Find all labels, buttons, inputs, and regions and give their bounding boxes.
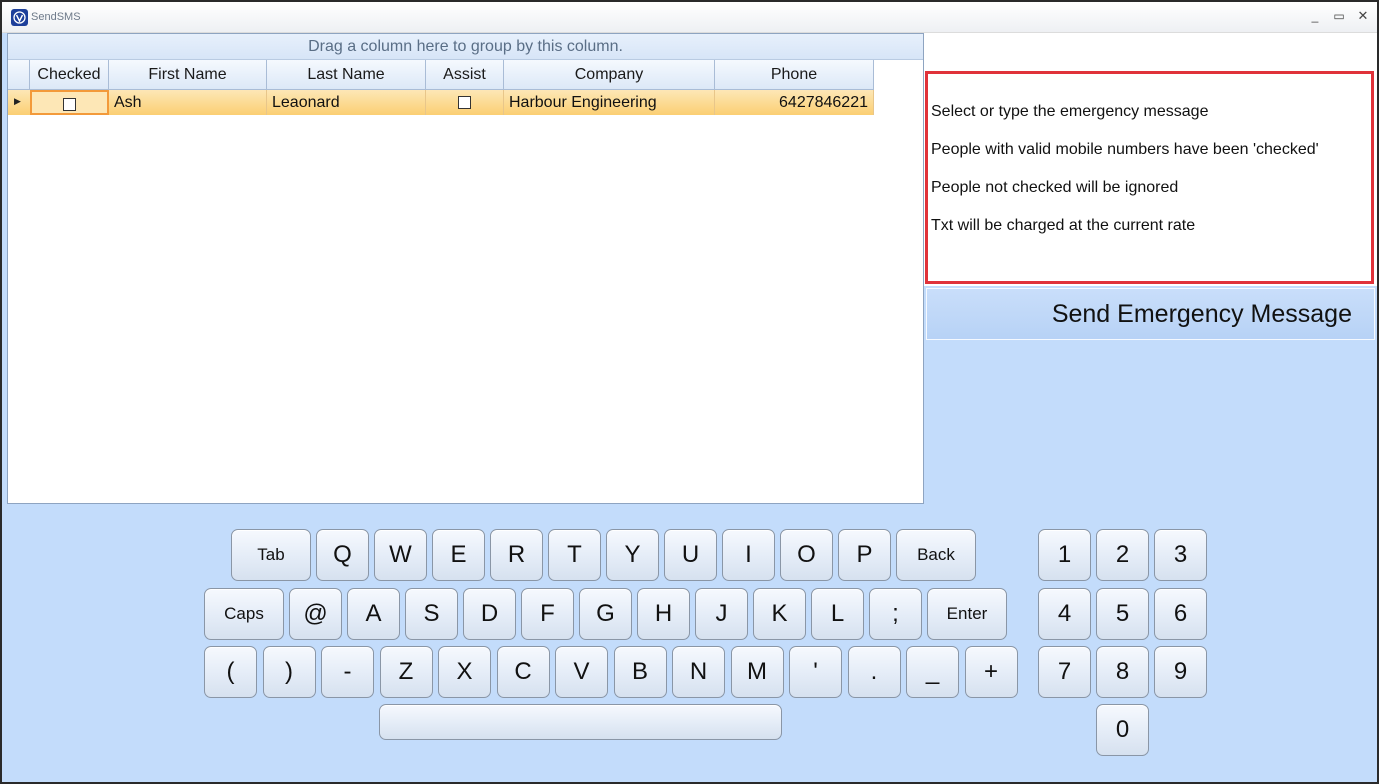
numpad-key-7[interactable]: 7 [1038,646,1091,698]
contacts-grid: Drag a column here to group by this colu… [7,33,924,504]
key-close-paren[interactable]: ) [262,646,316,698]
key-q[interactable]: Q [316,529,369,581]
numpad-key-8[interactable]: 8 [1096,646,1149,698]
key-w[interactable]: W [374,529,427,581]
key-j[interactable]: J [695,588,748,640]
table-row[interactable]: ▶ Ash Leaonard Harbour Engineering 64278… [8,90,874,115]
key-i[interactable]: I [722,529,775,581]
checked-cell[interactable] [30,90,109,115]
assist-checkbox[interactable] [458,96,471,110]
numpad-key-6[interactable]: 6 [1154,588,1207,640]
space-bar[interactable] [379,704,782,740]
app-logo-icon [11,9,28,26]
key-hyphen[interactable]: - [321,646,374,698]
phone-cell[interactable]: 6427846221 [715,90,874,115]
key-tab[interactable]: Tab [231,529,311,581]
info-line-select: Select or type the emergency message [931,103,1209,120]
key-period[interactable]: . [847,646,901,698]
key-t[interactable]: T [548,529,601,581]
window-title: SendSMS [31,11,81,23]
numpad-key-4[interactable]: 4 [1038,588,1091,640]
numpad-key-1[interactable]: 1 [1038,529,1091,581]
info-line-charged: Txt will be charged at the current rate [931,217,1196,234]
key-d[interactable]: D [463,588,516,640]
column-header-phone[interactable]: Phone [715,60,874,90]
key-semicolon[interactable]: ; [869,588,922,640]
numpad-key-0[interactable]: 0 [1096,704,1149,756]
key-caps[interactable]: Caps [204,588,284,640]
minimize-button[interactable]: _ [1308,9,1322,23]
key-y[interactable]: Y [606,529,659,581]
emergency-message-box[interactable]: Select or type the emergency message Peo… [925,71,1374,284]
key-h[interactable]: H [637,588,690,640]
info-line-ignored: People not checked will be ignored [931,179,1179,196]
grid-header-row: Checked First Name Last Name Assist Comp… [8,60,874,90]
column-header-last-name[interactable]: Last Name [267,60,426,90]
numpad-key-2[interactable]: 2 [1096,529,1149,581]
key-at[interactable]: @ [289,588,342,640]
checked-checkbox[interactable] [63,98,76,112]
column-header-company[interactable]: Company [504,60,715,90]
key-o[interactable]: O [780,529,833,581]
numpad-key-5[interactable]: 5 [1096,588,1149,640]
column-header-checked[interactable]: Checked [30,60,109,90]
group-by-panel[interactable]: Drag a column here to group by this colu… [8,34,923,60]
key-m[interactable]: M [730,646,784,698]
first-name-cell[interactable]: Ash [109,90,267,115]
last-name-cell[interactable]: Leaonard [267,90,426,115]
company-cell[interactable]: Harbour Engineering [504,90,715,115]
key-u[interactable]: U [664,529,717,581]
key-a[interactable]: A [347,588,400,640]
column-header-first-name[interactable]: First Name [109,60,267,90]
key-v[interactable]: V [555,646,608,698]
key-l[interactable]: L [811,588,864,640]
key-enter[interactable]: Enter [927,588,1007,640]
numpad-key-9[interactable]: 9 [1154,646,1207,698]
key-c[interactable]: C [496,646,550,698]
current-row-arrow-icon: ▶ [14,96,21,106]
key-plus[interactable]: + [964,646,1018,698]
assist-cell[interactable] [426,90,504,115]
key-z[interactable]: Z [379,646,433,698]
key-x[interactable]: X [438,646,491,698]
key-n[interactable]: N [672,646,725,698]
key-e[interactable]: E [432,529,485,581]
column-header-assist[interactable]: Assist [426,60,504,90]
title-bar: SendSMS _ ▭ ✕ [2,2,1377,33]
info-line-checked: People with valid mobile numbers have be… [931,141,1319,158]
sendsms-window: SendSMS _ ▭ ✕ Drag a column here to grou… [0,0,1379,784]
key-apostrophe[interactable]: ' [789,646,842,698]
close-button[interactable]: ✕ [1356,9,1370,23]
maximize-button[interactable]: ▭ [1332,9,1346,23]
key-back[interactable]: Back [896,529,976,581]
row-indicator-header [8,60,30,90]
key-open-paren[interactable]: ( [204,646,257,698]
key-g[interactable]: G [579,588,632,640]
key-f[interactable]: F [521,588,574,640]
key-s[interactable]: S [405,588,458,640]
key-underscore[interactable]: _ [906,646,959,698]
key-b[interactable]: B [613,646,667,698]
key-k[interactable]: K [753,588,806,640]
send-emergency-message-button[interactable]: Send Emergency Message [926,288,1375,340]
key-r[interactable]: R [490,529,543,581]
numpad-key-3[interactable]: 3 [1154,529,1207,581]
key-p[interactable]: P [838,529,891,581]
